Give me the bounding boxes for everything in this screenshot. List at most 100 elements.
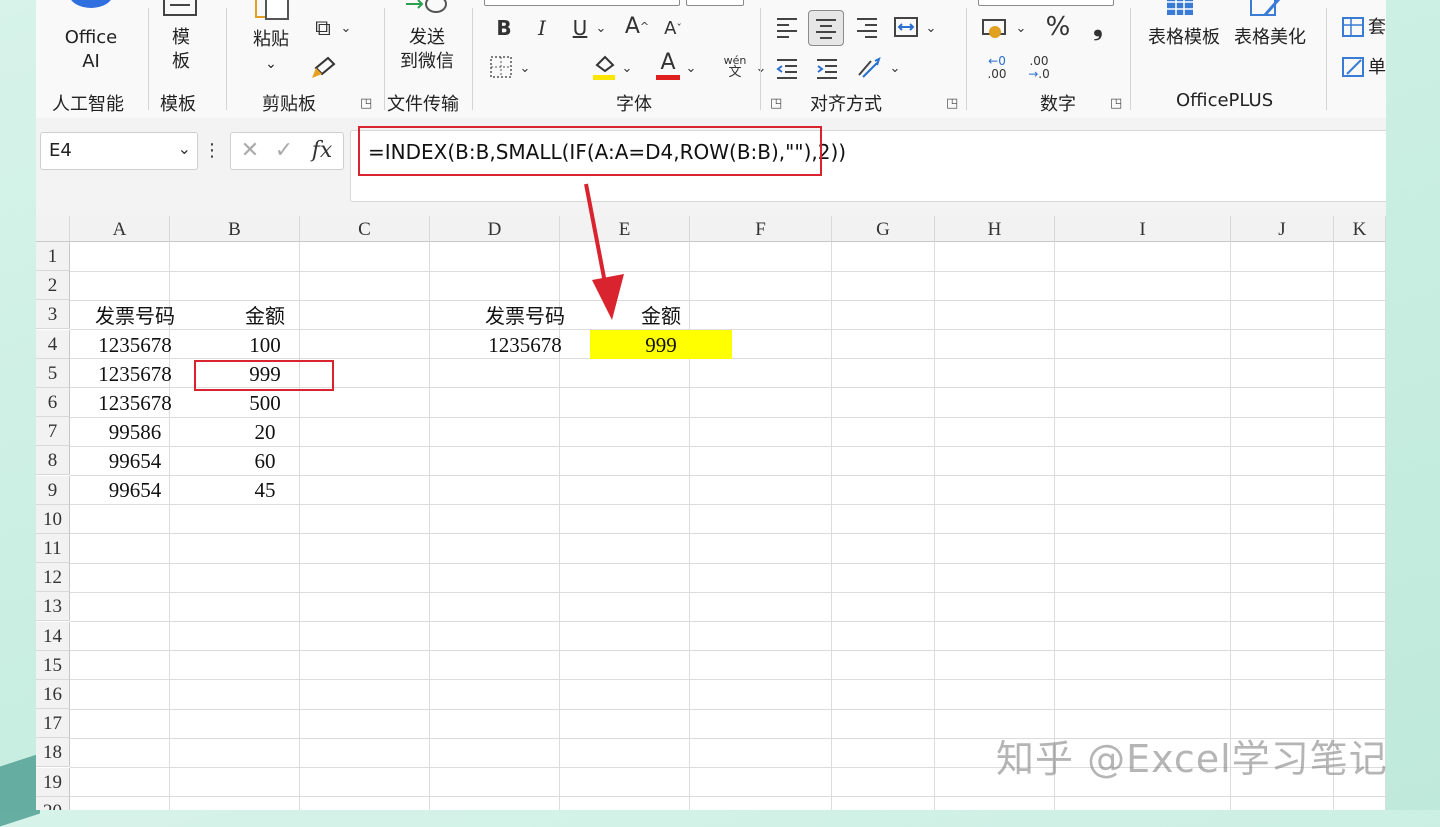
cancel-icon[interactable]: ✕: [237, 137, 263, 163]
row-header-11[interactable]: 11: [36, 534, 70, 563]
chevron-down-icon[interactable]: ⌄: [1014, 16, 1028, 40]
cell-B7[interactable]: 20: [200, 417, 330, 446]
increase-decimal-button[interactable]: ←0 .00: [982, 54, 1012, 82]
chevron-down-icon[interactable]: ⌄: [888, 56, 902, 80]
extra-item-2[interactable]: 单: [1368, 56, 1386, 80]
send-wechat-button[interactable]: 发送 到微信: [390, 26, 464, 74]
bold-button[interactable]: B: [492, 14, 516, 42]
phonetic-button[interactable]: wén 文: [720, 52, 750, 82]
font-size-dropdown[interactable]: [686, 0, 744, 6]
column-header-H[interactable]: H: [935, 216, 1055, 242]
column-header-C[interactable]: C: [300, 216, 430, 242]
chevron-down-icon[interactable]: ⌄: [518, 56, 532, 80]
cell-A8[interactable]: 99654: [70, 446, 200, 475]
column-header-F[interactable]: F: [690, 216, 832, 242]
chevron-down-icon[interactable]: ⌄: [178, 139, 191, 158]
cell-A9[interactable]: 99654: [70, 475, 200, 504]
chevron-down-icon[interactable]: ⌄: [338, 16, 354, 40]
cell-A5[interactable]: 1235678: [70, 359, 200, 388]
cell-E4[interactable]: 999: [590, 330, 732, 359]
cell-B9[interactable]: 45: [200, 475, 330, 504]
orientation-icon[interactable]: [854, 54, 884, 82]
cell-B3[interactable]: 金额: [200, 301, 330, 330]
row-header-4[interactable]: 4: [36, 329, 70, 359]
align-left-icon[interactable]: [774, 14, 800, 40]
row-header-9[interactable]: 9: [36, 475, 70, 505]
table-beautify-icon[interactable]: [1248, 0, 1284, 20]
cell-D4[interactable]: 1235678: [460, 330, 590, 359]
decrease-indent-icon[interactable]: [774, 56, 800, 82]
border-icon[interactable]: [488, 54, 514, 80]
row-header-14[interactable]: 14: [36, 621, 70, 651]
paste-icon[interactable]: [250, 0, 292, 24]
template-icon[interactable]: [160, 0, 200, 22]
paste-button[interactable]: 粘贴 ⌄: [248, 28, 294, 76]
font-name-dropdown[interactable]: [484, 0, 680, 6]
office-ai-button[interactable]: Office AI: [56, 26, 126, 74]
template-button[interactable]: 模 板: [166, 26, 196, 74]
row-header-2[interactable]: 2: [36, 271, 70, 301]
row-header-1[interactable]: 1: [36, 242, 70, 271]
row-header-6[interactable]: 6: [36, 388, 70, 417]
row-header-10[interactable]: 10: [36, 504, 70, 534]
dialog-launcher-icon[interactable]: ◳: [946, 96, 958, 111]
cell-A7[interactable]: 99586: [70, 417, 200, 446]
fill-color-icon[interactable]: [590, 50, 618, 82]
select-all-corner[interactable]: [36, 216, 70, 242]
more-options-icon[interactable]: ⋮: [203, 136, 221, 164]
row-header-15[interactable]: 15: [36, 650, 70, 680]
name-box[interactable]: E4 ⌄: [40, 132, 198, 170]
send-icon[interactable]: [402, 0, 452, 20]
style-icon[interactable]: [1340, 14, 1368, 42]
decrease-decimal-button[interactable]: .00 →.0: [1024, 54, 1054, 82]
font-color-button[interactable]: A: [654, 48, 682, 82]
shrink-font-button[interactable]: Aˇ: [658, 14, 688, 42]
format-painter-icon[interactable]: [308, 54, 338, 82]
align-right-icon[interactable]: [854, 14, 880, 40]
cell-style-icon[interactable]: [1340, 54, 1368, 82]
number-format-dropdown[interactable]: [978, 0, 1114, 6]
column-header-K[interactable]: K: [1334, 216, 1386, 242]
italic-button[interactable]: I: [530, 14, 554, 42]
table-template-button[interactable]: 表格模板: [1144, 26, 1224, 50]
dialog-launcher-icon[interactable]: ◳: [360, 96, 372, 111]
column-header-I[interactable]: I: [1055, 216, 1231, 242]
increase-indent-icon[interactable]: [814, 56, 840, 82]
table-beautify-button[interactable]: 表格美化: [1230, 26, 1310, 50]
row-header-20[interactable]: 20: [36, 796, 70, 810]
row-header-17[interactable]: 17: [36, 709, 70, 739]
cell-B6[interactable]: 500: [200, 388, 330, 417]
cell-B8[interactable]: 60: [200, 446, 330, 475]
row-header-16[interactable]: 16: [36, 680, 70, 709]
copy-icon[interactable]: ⧉: [308, 14, 338, 42]
row-header-5[interactable]: 5: [36, 358, 70, 388]
row-header-3[interactable]: 3: [36, 300, 70, 330]
chevron-down-icon[interactable]: ⌄: [924, 16, 938, 40]
dialog-launcher-icon[interactable]: ◳: [1110, 96, 1122, 111]
insert-function-button[interactable]: fx: [307, 135, 337, 165]
chevron-down-icon[interactable]: ⌄: [684, 56, 698, 80]
row-header-18[interactable]: 18: [36, 738, 70, 768]
row-header-7[interactable]: 7: [36, 417, 70, 447]
column-header-A[interactable]: A: [70, 216, 170, 242]
row-header-19[interactable]: 19: [36, 767, 70, 797]
align-center-icon[interactable]: [808, 10, 844, 46]
cell-A4[interactable]: 1235678: [70, 330, 200, 359]
percent-button[interactable]: %: [1042, 12, 1074, 42]
extra-item-1[interactable]: 套: [1368, 16, 1386, 40]
row-header-13[interactable]: 13: [36, 592, 70, 622]
column-header-D[interactable]: D: [430, 216, 560, 242]
column-header-B[interactable]: B: [170, 216, 300, 242]
row-header-8[interactable]: 8: [36, 446, 70, 476]
column-header-J[interactable]: J: [1231, 216, 1334, 242]
underline-button[interactable]: U: [568, 14, 592, 42]
chevron-down-icon[interactable]: ⌄: [620, 56, 634, 80]
cell-A6[interactable]: 1235678: [70, 388, 200, 417]
row-header-12[interactable]: 12: [36, 563, 70, 593]
chevron-down-icon[interactable]: ⌄: [594, 16, 608, 40]
grow-font-button[interactable]: A ^: [622, 12, 652, 40]
office-ai-icon[interactable]: AI: [66, 0, 116, 20]
merge-center-icon[interactable]: [892, 14, 920, 40]
cell-B4[interactable]: 100: [200, 330, 330, 359]
enter-icon[interactable]: ✓: [271, 137, 297, 163]
